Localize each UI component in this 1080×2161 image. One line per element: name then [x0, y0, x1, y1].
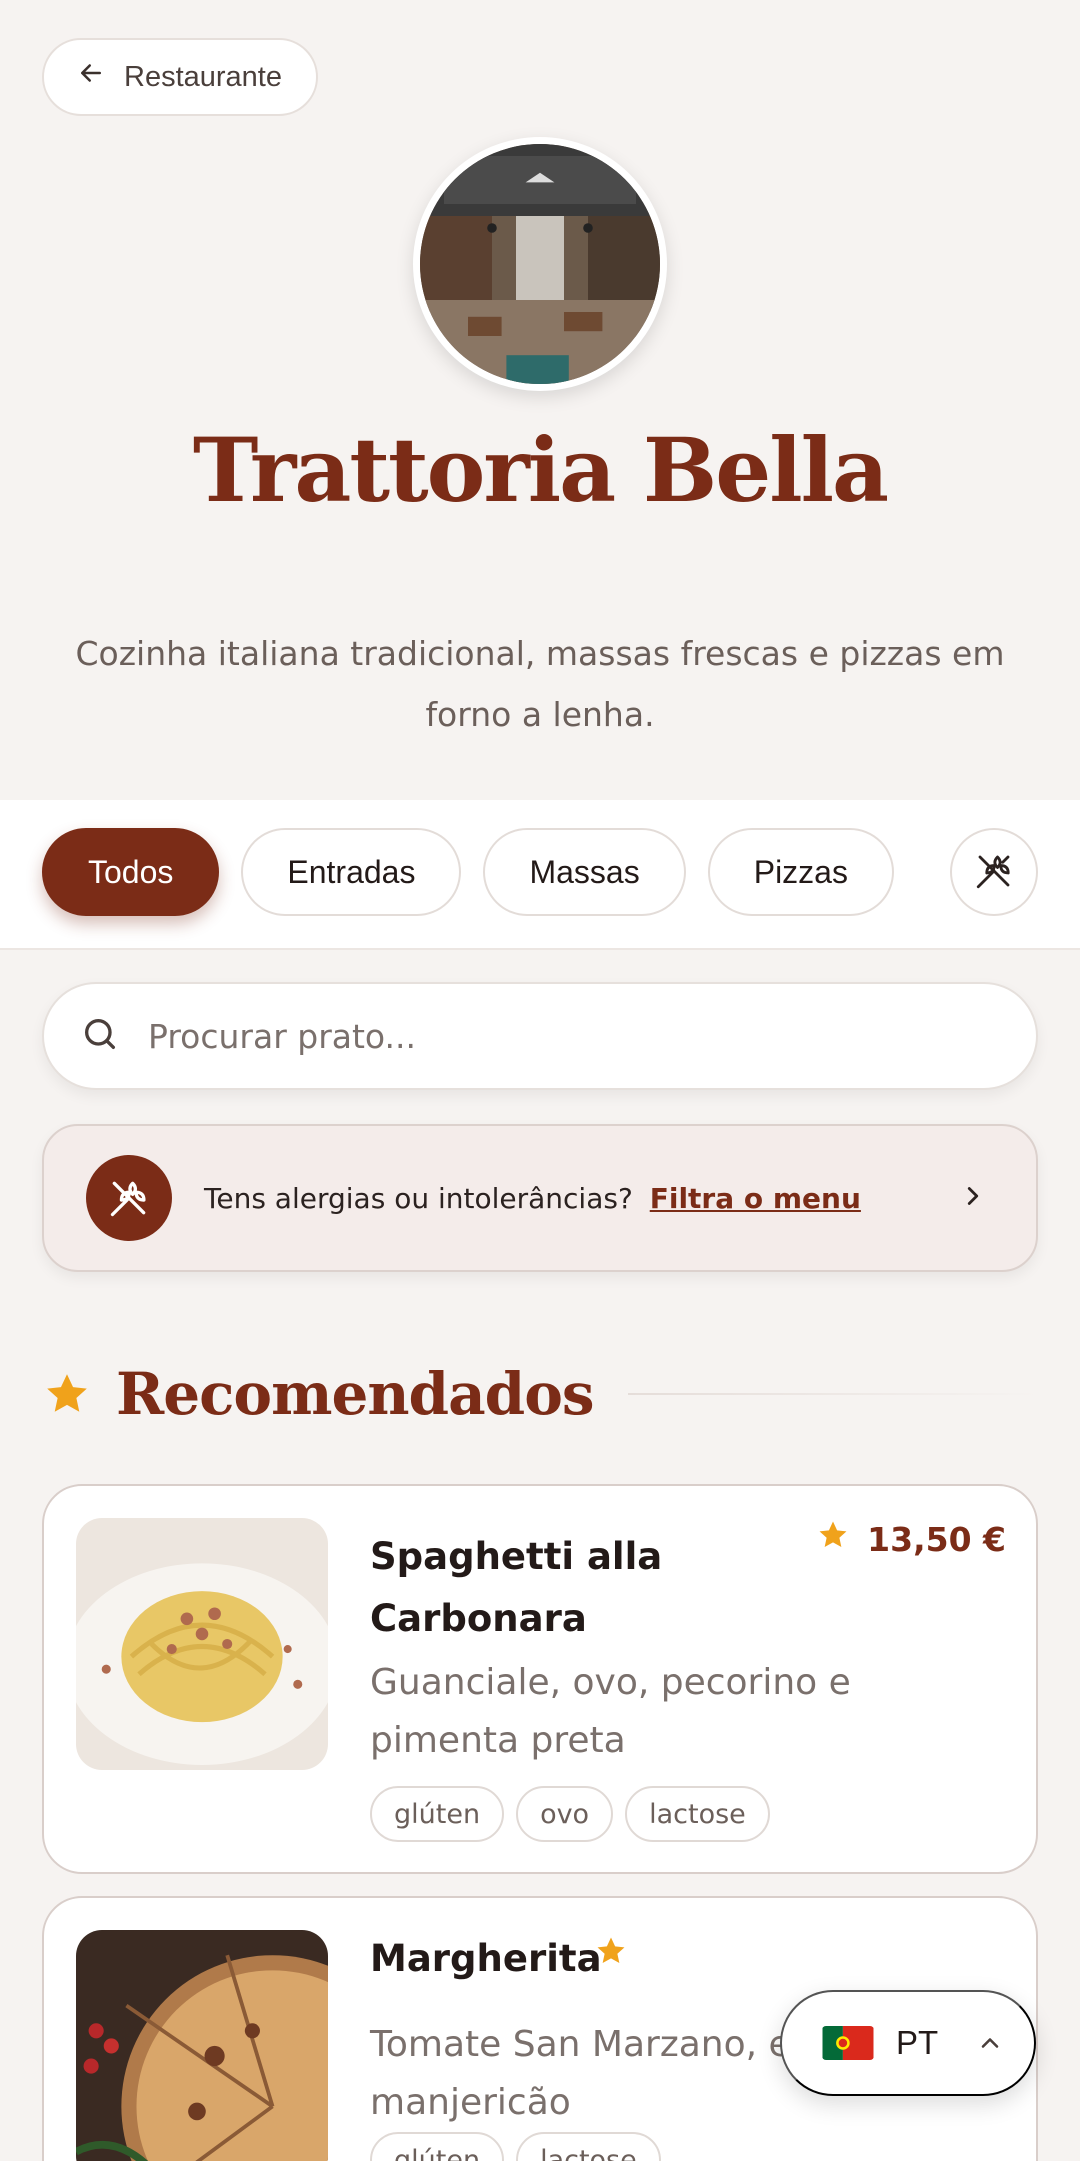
dish-card[interactable]: Spaghetti alla Carbonara 13,50 € Guancia…	[42, 1484, 1038, 1874]
category-bar: Todos Entradas Massas Pizzas	[0, 800, 1080, 950]
dish-price: 13,50 €	[867, 1520, 1006, 1559]
wheat-icon	[973, 850, 1015, 895]
back-button-label: Restaurante	[124, 60, 282, 93]
language-selector[interactable]: PT	[780, 1990, 1036, 2096]
allergen-tag: lactose	[625, 1786, 770, 1842]
star-icon	[816, 1518, 850, 1552]
section-divider	[627, 1393, 1038, 1395]
allergy-banner[interactable]: Tens alergias ou intolerâncias? Filtra o…	[42, 1124, 1038, 1272]
language-code: PT	[896, 2024, 939, 2061]
allergen-tags: glúten ovo lactose	[370, 1786, 770, 1842]
recommended-section-header: Recomendados	[42, 1360, 1038, 1428]
wheat-icon	[86, 1155, 172, 1241]
chevron-up-icon	[960, 2029, 1004, 2057]
search-input[interactable]	[148, 1016, 1000, 1056]
category-chip-pizzas[interactable]: Pizzas	[707, 828, 894, 916]
allergen-tag: glúten	[370, 2132, 505, 2161]
arrow-left-icon	[76, 58, 106, 96]
chevron-right-icon	[958, 1181, 988, 1215]
dish-name: Spaghetti alla Carbonara	[370, 1535, 663, 1640]
restaurant-description: Cozinha italiana tradicional, massas fre…	[75, 634, 1005, 734]
allergy-question: Tens alergias ou intolerâncias?	[204, 1181, 633, 1215]
allergen-filter-button[interactable]	[950, 828, 1038, 916]
back-button[interactable]: Restaurante	[42, 38, 318, 116]
category-chip-todos[interactable]: Todos	[42, 828, 220, 916]
allergen-tag: lactose	[516, 2132, 661, 2161]
dish-photo	[76, 1518, 328, 1770]
search-icon	[80, 1014, 120, 1058]
allergen-tag: glúten	[370, 1786, 505, 1842]
section-title: Recomendados	[116, 1360, 595, 1428]
star-icon	[42, 1369, 92, 1419]
dish-photo	[76, 1930, 328, 2161]
restaurant-photo	[413, 137, 667, 391]
restaurant-name: Trattoria Bella	[192, 418, 889, 522]
allergy-banner-text: Tens alergias ou intolerâncias? Filtra o…	[204, 1182, 958, 1215]
category-chip-entradas[interactable]: Entradas	[241, 828, 462, 916]
category-list: Todos Entradas Massas Pizzas	[42, 828, 894, 916]
filter-menu-link[interactable]: Filtra o menu	[650, 1182, 861, 1215]
dish-name: Margherita	[370, 1937, 602, 1980]
star-icon	[594, 1934, 628, 1968]
search-box	[42, 982, 1038, 1090]
allergen-tags: glúten lactose	[370, 2132, 661, 2161]
dish-description: Guanciale, ovo, pecorino e pimenta preta	[370, 1662, 851, 1761]
allergen-tag: ovo	[516, 1786, 614, 1842]
category-chip-massas[interactable]: Massas	[483, 828, 686, 916]
portugal-flag-icon	[822, 2026, 874, 2060]
